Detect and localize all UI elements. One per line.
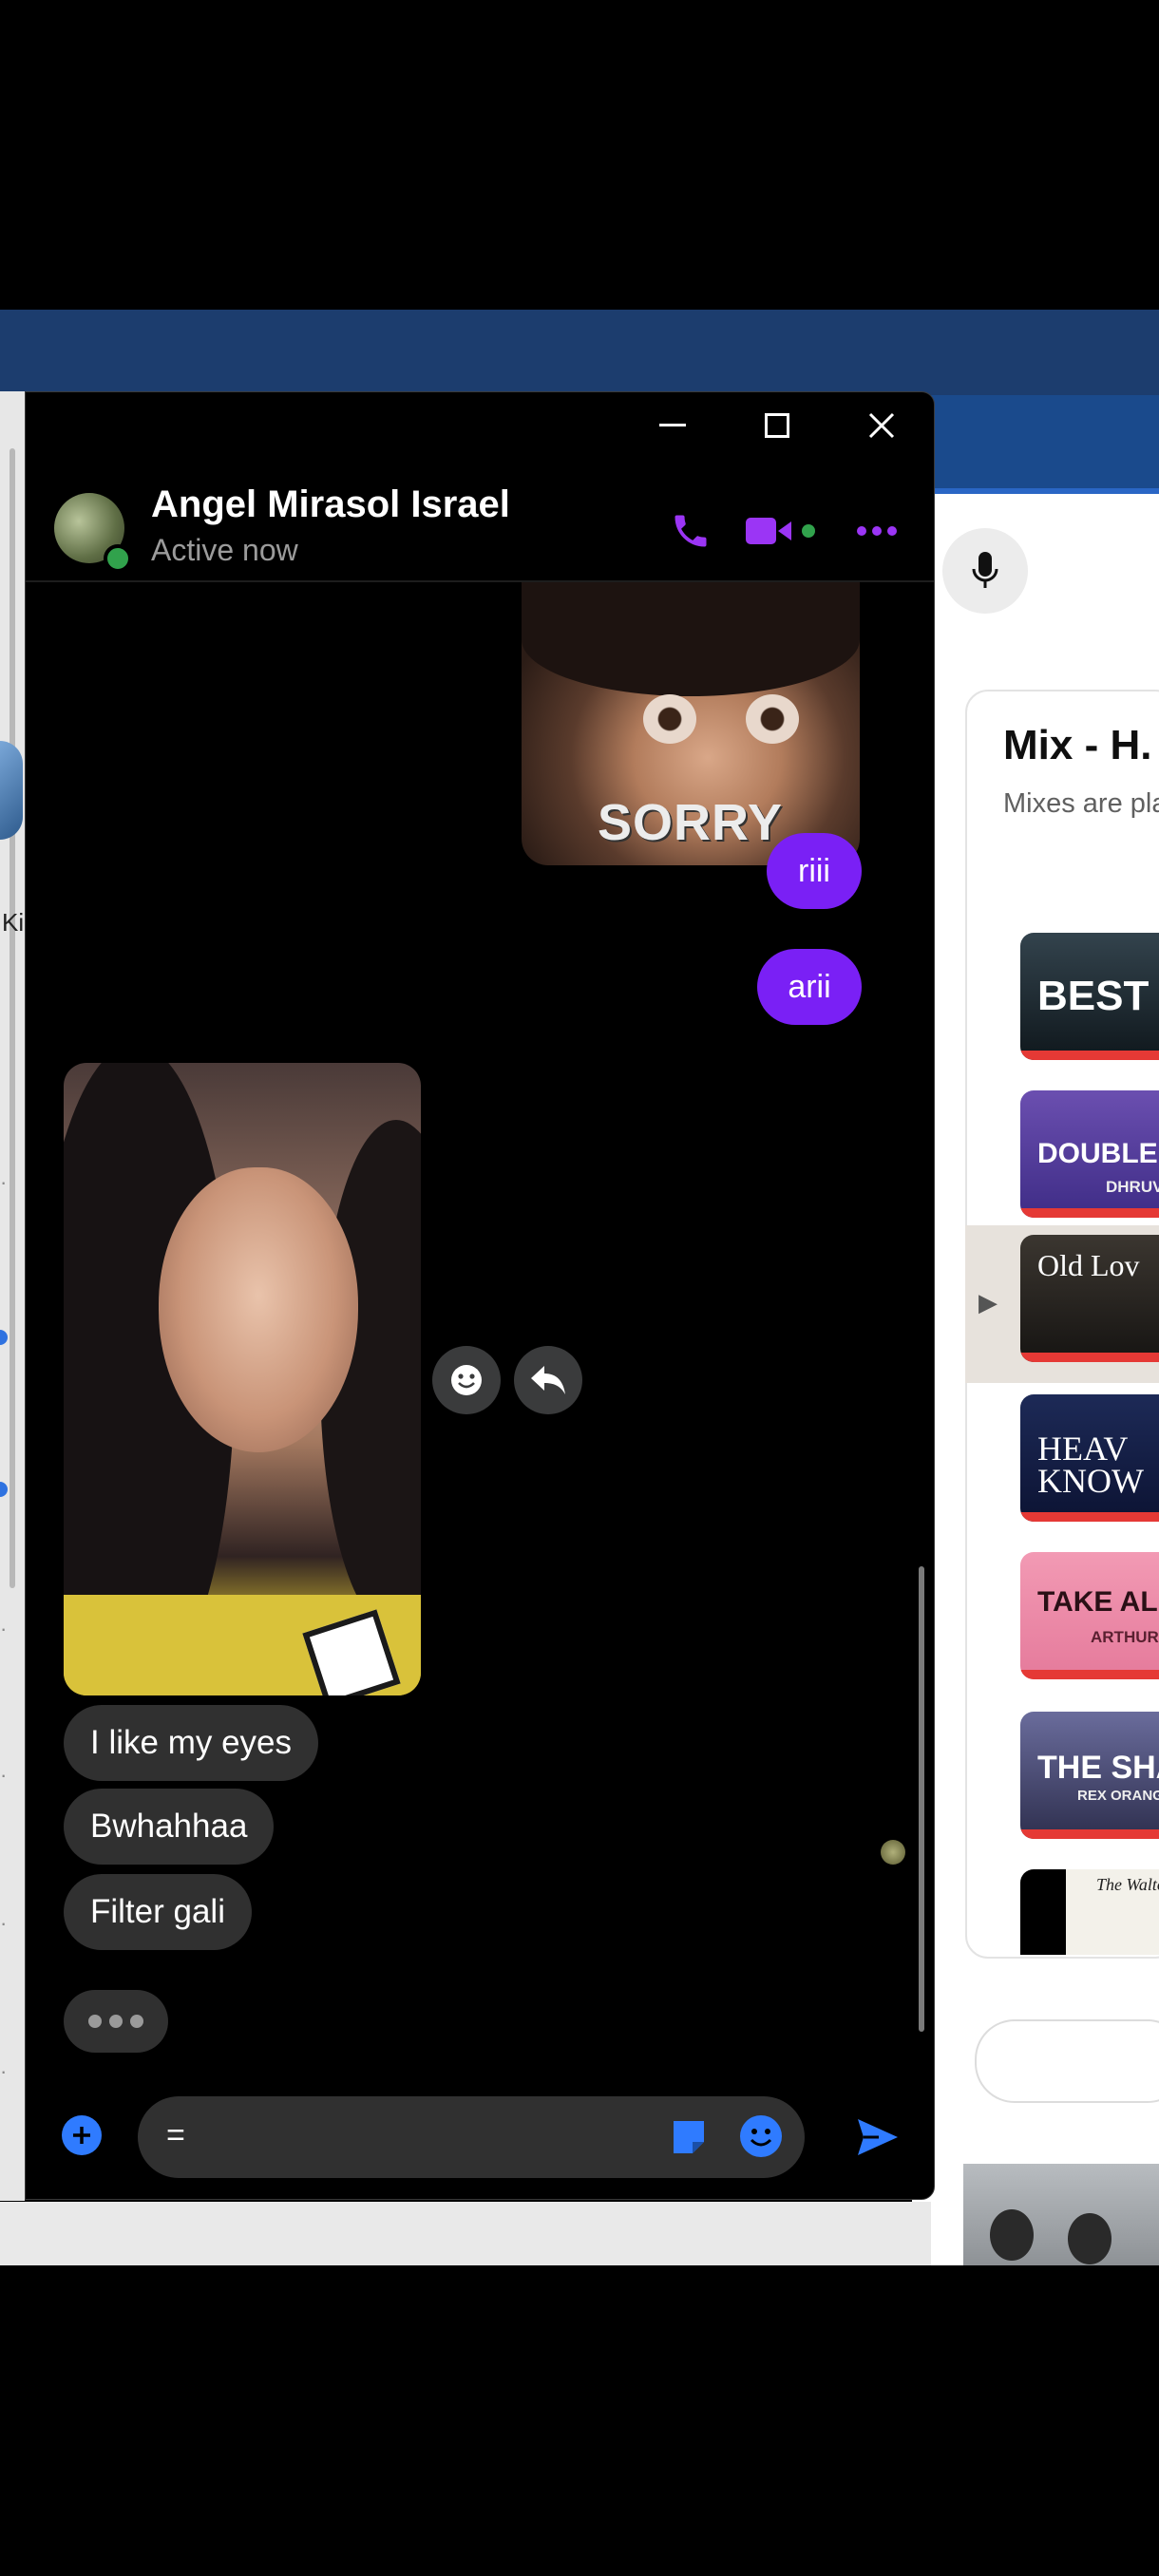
message-input[interactable]: = <box>138 2096 805 2178</box>
more-options-button[interactable] <box>848 502 905 559</box>
unread-indicator <box>0 1330 8 1345</box>
sticker-button[interactable] <box>670 2117 708 2162</box>
add-attachment-button[interactable] <box>62 2115 102 2155</box>
voice-search-button[interactable] <box>942 528 1028 614</box>
plus-icon <box>73 2127 90 2144</box>
emoji-icon <box>750 2129 772 2147</box>
seen-avatar <box>881 1840 905 1865</box>
watch-progress <box>1020 1670 1159 1679</box>
sidebar-label: Ki <box>2 908 25 937</box>
emoji-button[interactable] <box>740 2115 782 2157</box>
messenger-chat-window: Angel Mirasol Israel Active now SORRY ri… <box>25 391 935 2200</box>
sidebar-mark: · <box>0 1617 8 1640</box>
person-silhouette <box>990 2209 1034 2261</box>
playlist-thumbnail[interactable]: THE SHA REX ORANGE C <box>1020 1712 1159 1839</box>
close-window-button[interactable] <box>829 392 934 459</box>
gif-caption: SORRY <box>598 794 784 851</box>
outgoing-message[interactable]: riii <box>767 833 862 909</box>
playlist-thumbnail[interactable]: The Walton <box>1020 1869 1159 1955</box>
received-photo[interactable] <box>64 1063 421 1695</box>
sidebar-mark: · <box>0 1911 8 1935</box>
gif-character-eye <box>746 694 799 744</box>
sidebar-mark: · <box>0 1170 8 1194</box>
smiley-icon <box>451 1365 482 1395</box>
photo-face <box>159 1167 358 1452</box>
reply-arrow-icon <box>531 1366 565 1394</box>
video-call-button[interactable] <box>744 502 820 559</box>
active-status-dot <box>104 544 132 573</box>
playlist-thumbnail[interactable]: BEST P <box>1020 933 1159 1060</box>
maximize-button[interactable] <box>725 392 829 459</box>
background-page-bottom <box>0 2202 931 2265</box>
message-composer: = <box>26 2075 934 2199</box>
more-dots-icon <box>857 526 897 536</box>
playlist-thumbnail[interactable]: HEAV KNOW <box>1020 1394 1159 1522</box>
watch-progress <box>1020 1051 1159 1060</box>
chat-scrollbar[interactable] <box>919 1566 924 2032</box>
sidebar-mark: · <box>0 2059 8 2083</box>
unread-indicator <box>0 1482 8 1497</box>
gif-character-hair <box>522 582 860 696</box>
comment-input-pill[interactable] <box>975 2019 1159 2103</box>
playlist-thumbnail[interactable]: Old Lov <box>1020 1235 1159 1362</box>
watch-progress <box>1020 1829 1159 1839</box>
sidebar-scrollbar[interactable] <box>10 448 15 1588</box>
playlist-thumbnail[interactable]: DOUBLE DHRUV <box>1020 1090 1159 1218</box>
playlist-thumbnail[interactable]: TAKE ALL TH ARTHUR NE <box>1020 1552 1159 1679</box>
incoming-message[interactable]: Filter gali <box>64 1874 252 1950</box>
person-silhouette <box>1068 2213 1112 2264</box>
incoming-message[interactable]: Bwhahhaa <box>64 1789 275 1865</box>
contact-name[interactable]: Angel Mirasol Israel <box>151 483 510 526</box>
sidebar-mark: · <box>0 1763 8 1787</box>
browser-top-bar <box>0 310 1159 395</box>
send-icon <box>858 2119 898 2155</box>
gif-character-eye <box>643 694 696 744</box>
story-thumbnail[interactable] <box>0 741 23 840</box>
now-playing-indicator: ▶ <box>978 1288 998 1316</box>
maximize-icon <box>765 413 789 438</box>
typing-indicator <box>64 1990 168 2053</box>
send-button[interactable] <box>856 2117 900 2162</box>
reply-button[interactable] <box>514 1346 582 1414</box>
voice-call-button[interactable] <box>662 502 719 559</box>
react-button[interactable] <box>432 1346 501 1414</box>
outgoing-message[interactable]: arii <box>757 949 862 1025</box>
watch-progress <box>1020 1353 1159 1362</box>
sticker-icon <box>674 2121 704 2153</box>
left-sidebar-strip: Ki · · · · · <box>0 391 25 2201</box>
incoming-message[interactable]: I like my eyes <box>64 1705 318 1781</box>
minimize-icon <box>659 424 686 426</box>
watch-progress <box>1020 1512 1159 1522</box>
contact-status: Active now <box>151 533 298 567</box>
video-thumbnail[interactable] <box>963 2164 1159 2265</box>
microphone-icon <box>972 552 998 588</box>
phone-icon <box>674 515 707 547</box>
mix-subtitle: Mixes are pla <box>1003 788 1159 819</box>
message-input-value: = <box>166 2117 185 2153</box>
watch-progress <box>1020 1208 1159 1218</box>
video-camera-icon <box>746 518 815 544</box>
sent-gif[interactable]: SORRY <box>522 582 860 865</box>
close-icon <box>868 412 895 439</box>
mix-title: Mix - H. <box>1003 722 1152 768</box>
minimize-button[interactable] <box>620 392 725 459</box>
browser-tab-strip <box>912 395 1159 490</box>
